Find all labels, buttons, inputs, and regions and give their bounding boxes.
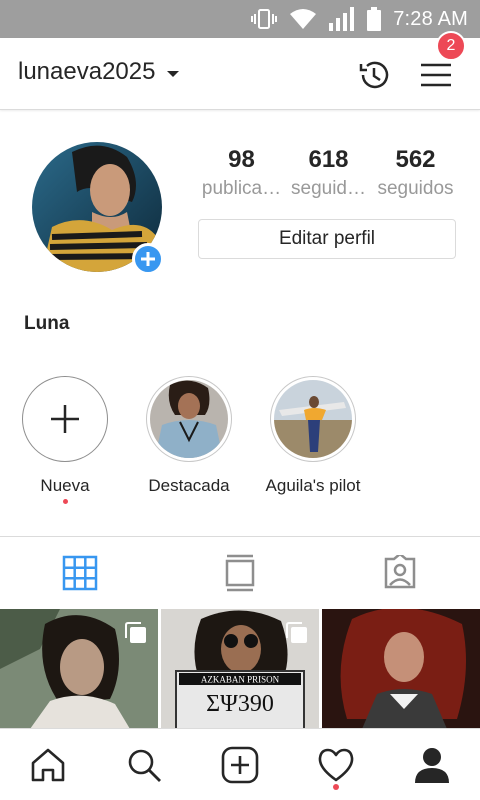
grid-post[interactable] <box>0 609 158 729</box>
grid-icon <box>62 555 98 591</box>
heart-icon <box>318 748 354 781</box>
nav-home[interactable] <box>0 729 96 800</box>
signal-icon <box>329 7 355 31</box>
stat-value: 98 <box>228 146 255 173</box>
stat-label: seguidos <box>377 178 454 199</box>
wifi-icon <box>289 8 317 30</box>
stat-label: seguid… <box>291 178 366 199</box>
history-icon[interactable] <box>354 55 394 95</box>
sign-number: ΣΨ390 <box>206 691 274 717</box>
add-story-button[interactable] <box>132 243 164 275</box>
nav-search[interactable] <box>96 729 192 800</box>
new-post-icon <box>221 746 259 783</box>
new-indicator-dot <box>62 499 68 504</box>
bottom-navigation <box>0 728 480 800</box>
stat-posts[interactable]: 98 publica… <box>198 145 285 203</box>
profile-full-name: Luna <box>24 313 70 334</box>
highlight-ring <box>270 376 356 462</box>
highlight-label: Destacada <box>148 476 230 495</box>
battery-icon <box>367 7 382 31</box>
highlight-ring <box>22 376 108 462</box>
feed-list-icon <box>225 554 255 592</box>
stat-value: 618 <box>308 146 349 173</box>
multiple-photos-icon <box>125 622 146 643</box>
chevron-down-icon <box>167 71 180 77</box>
status-time: 7:28 AM <box>393 7 468 30</box>
activity-dot <box>333 784 339 790</box>
profile-icon <box>415 747 449 783</box>
highlight-cover <box>274 380 352 458</box>
menu-icon[interactable] <box>416 55 456 95</box>
highlight-ring <box>146 376 232 462</box>
status-bar: 7:28 AM <box>0 0 480 38</box>
stat-following[interactable]: 562 seguidos <box>372 145 459 203</box>
tab-grid[interactable] <box>0 537 160 609</box>
plus-icon <box>51 405 79 433</box>
nav-profile[interactable] <box>384 729 480 800</box>
search-icon <box>128 749 161 782</box>
account-switcher[interactable]: lunaeva2025 <box>18 58 180 86</box>
home-icon <box>31 748 65 781</box>
highlight-new[interactable]: Nueva <box>5 376 125 504</box>
sign-title: AZKABAN PRISON <box>201 675 280 685</box>
highlight-label: Aguila's pilot <box>265 476 361 495</box>
tab-tagged[interactable] <box>320 537 480 609</box>
highlight-aguilas-pilot[interactable]: Aguila's pilot <box>253 376 373 496</box>
username-label: lunaeva2025 <box>18 58 156 85</box>
grid-post[interactable]: AZKABAN PRISON ΣΨ390 <box>161 609 319 729</box>
highlight-label: Nueva <box>40 476 90 495</box>
plus-icon <box>141 252 155 266</box>
posts-grid: AZKABAN PRISON ΣΨ390 <box>0 609 480 729</box>
tagged-person-icon <box>384 555 416 589</box>
stat-followers[interactable]: 618 seguid… <box>285 145 372 203</box>
tab-feed[interactable] <box>160 537 320 609</box>
nav-new-post[interactable] <box>192 729 288 800</box>
multiple-photos-icon <box>286 622 307 643</box>
stat-label: publica… <box>201 178 282 199</box>
profile-header: lunaeva2025 2 <box>0 31 480 110</box>
highlight-cover <box>150 380 228 458</box>
nav-activity[interactable] <box>288 729 384 800</box>
notification-badge: 2 <box>436 31 466 61</box>
profile-tabs <box>0 537 480 609</box>
highlight-destacada[interactable]: Destacada <box>129 376 249 496</box>
stat-value: 562 <box>395 146 436 173</box>
grid-post[interactable] <box>322 609 480 729</box>
vibrate-icon <box>251 9 278 29</box>
edit-profile-button[interactable]: Editar perfil <box>198 219 456 259</box>
profile-stats: 98 publica… 618 seguid… 562 seguidos <box>198 145 460 203</box>
